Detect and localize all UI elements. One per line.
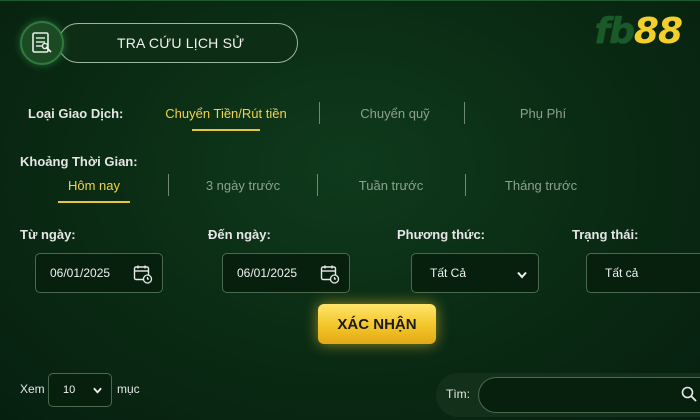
tab-divider xyxy=(319,102,320,124)
tab-active-underline xyxy=(192,129,260,131)
calendar-icon[interactable] xyxy=(320,264,340,287)
to-date-value: 06/01/2025 xyxy=(237,266,298,280)
tab-divider xyxy=(465,174,466,196)
tab-divider xyxy=(168,174,169,196)
status-label: Trạng thái: xyxy=(572,227,639,242)
items-label: mục xyxy=(117,382,140,396)
status-select[interactable]: Tất cả xyxy=(586,253,700,293)
transaction-type-label: Loại Giao Dịch: xyxy=(28,106,124,121)
fb88-logo: fb88 xyxy=(594,11,683,52)
status-value: Tất cả xyxy=(605,266,639,280)
chevron-down-icon xyxy=(516,269,528,283)
tab-3-days-ago[interactable]: 3 ngày trước xyxy=(196,178,290,193)
per-page-select[interactable]: 10 xyxy=(48,373,112,407)
method-select[interactable]: Tất Cả xyxy=(411,253,539,293)
tab-fees[interactable]: Phụ Phí xyxy=(500,106,586,121)
page-title: TRA CỨU LỊCH SỬ xyxy=(117,35,245,51)
page-title-pill: TRA CỨU LỊCH SỬ xyxy=(58,23,298,63)
tab-divider xyxy=(317,174,318,196)
search-icon[interactable] xyxy=(681,386,697,407)
logo-number: 88 xyxy=(633,11,683,52)
time-range-label: Khoảng Thời Gian: xyxy=(20,154,138,169)
time-active-underline xyxy=(58,201,130,203)
from-date-label: Từ ngày: xyxy=(20,227,76,242)
from-date-field[interactable]: 06/01/2025 xyxy=(35,253,163,293)
show-label: Xem xyxy=(20,382,45,396)
history-document-icon xyxy=(20,21,64,65)
tab-today[interactable]: Hôm nay xyxy=(58,178,130,193)
from-date-value: 06/01/2025 xyxy=(50,266,111,280)
history-panel: TRA CỨU LỊCH SỬ fb88 Loại Giao Dịch: Chu… xyxy=(0,0,700,420)
logo-prefix: fb xyxy=(594,11,634,52)
calendar-icon[interactable] xyxy=(133,264,153,287)
search-input[interactable] xyxy=(478,377,700,413)
to-date-label: Đến ngày: xyxy=(208,227,271,242)
method-value: Tất Cả xyxy=(430,266,467,280)
tab-fund-transfer[interactable]: Chuyển quỹ xyxy=(340,106,450,121)
tab-last-week[interactable]: Tuần trước xyxy=(350,178,432,193)
search-label: Tìm: xyxy=(446,387,470,401)
confirm-button[interactable]: XÁC NHẬN xyxy=(318,304,436,344)
per-page-value: 10 xyxy=(63,384,76,396)
tab-last-month[interactable]: Tháng trước xyxy=(494,178,588,193)
chevron-down-icon xyxy=(92,386,103,398)
tab-divider xyxy=(464,102,465,124)
tab-transfer-withdraw[interactable]: Chuyển Tiền/Rút tiền xyxy=(156,106,296,121)
to-date-field[interactable]: 06/01/2025 xyxy=(222,253,350,293)
method-label: Phương thức: xyxy=(397,227,486,242)
